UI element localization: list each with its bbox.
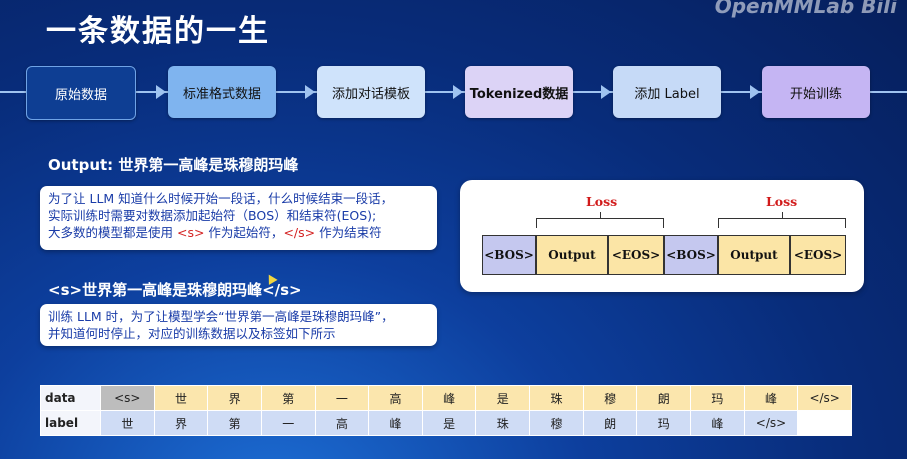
label-cell: 第	[207, 410, 262, 436]
training-note: 训练 LLM 时，为了让模型学会“世界第一高峰是珠穆朗玛峰”， 并知道何时停止，…	[40, 304, 437, 346]
note1-text-a: 大多数的模型都是使用	[48, 225, 177, 240]
label-cell: 是	[421, 410, 477, 436]
flow-arrow-icon	[601, 85, 611, 99]
data-cell: 一	[314, 385, 370, 411]
flow-step-4: Tokenized数据	[465, 66, 573, 118]
output-heading: Output: 世界第一高峰是珠穆朗玛峰	[48, 156, 299, 174]
label-cell: 玛	[636, 410, 692, 436]
data-cell: <s>	[100, 385, 155, 411]
flow-arrow-icon	[453, 85, 463, 99]
data-cell: 高	[368, 385, 423, 411]
label-cell: 高	[314, 410, 370, 436]
loss-label-2: Loss	[766, 194, 798, 209]
flow-step-6: 开始训练	[762, 66, 870, 118]
row-header-label: label	[40, 410, 101, 436]
token-eos-2: <EOS>	[790, 235, 846, 275]
token-output-1: Output	[536, 235, 608, 275]
label-cell: 峰	[368, 410, 423, 436]
note2-line2: 并知道何时停止，对应的训练数据以及标签如下所示	[48, 326, 336, 341]
label-cell: 一	[260, 410, 316, 436]
token-eos-1: <EOS>	[608, 235, 664, 275]
flow-step-1: 原始数据	[26, 66, 136, 120]
note1-line2: 实际训练时需要对数据添加起始符（BOS）和结束符(EOS);	[48, 208, 377, 223]
label-cell: 朗	[582, 410, 638, 436]
label-cell: 穆	[529, 410, 584, 436]
data-cell: 峰	[421, 385, 477, 411]
token-bos-2: <BOS>	[664, 235, 718, 275]
start-token-tag: <s>	[176, 225, 205, 240]
flow-step-3: 添加对话模板	[317, 66, 425, 118]
data-cell: 世	[153, 385, 209, 411]
brand-watermark: OpenMMLab Bili	[714, 0, 897, 18]
label-cell: 界	[153, 410, 209, 436]
note1-text-c: 作为结束符	[315, 225, 382, 240]
slide-title: 一条数据的一生	[46, 14, 270, 49]
data-cell: 朗	[636, 385, 692, 411]
data-cell: 是	[475, 385, 531, 411]
data-cell: </s>	[797, 385, 852, 411]
label-cell: 珠	[475, 410, 531, 436]
token-output-2: Output	[718, 235, 790, 275]
flow-arrow-icon	[750, 85, 760, 99]
data-label-table: data <s> 世界第一高峰是珠穆朗玛峰 </s> label 世界第一高峰是珠穆…	[40, 385, 852, 436]
loss-brace-1	[536, 212, 664, 228]
flow-step-5: 添加 Label	[613, 66, 721, 118]
token-bos-1: <BOS>	[482, 235, 536, 275]
flow-step-2: 标准格式数据	[168, 66, 276, 118]
note2-line1: 训练 LLM 时，为了让模型学会“世界第一高峰是珠穆朗玛峰”，	[48, 309, 394, 324]
row-header-data: data	[40, 385, 101, 411]
label-cell: </s>	[743, 410, 799, 436]
label-cell	[797, 410, 852, 436]
data-cell: 珠	[529, 385, 584, 411]
note1-line3: 大多数的模型都是使用 <s> 作为起始符，</s> 作为结束符	[48, 224, 429, 241]
data-cell: 第	[260, 385, 316, 411]
loss-brace-2	[718, 212, 846, 228]
label-cell: 峰	[690, 410, 745, 436]
bos-eos-note: 为了让 LLM 知道什么时候开始一段话，什么时候结束一段话， 实际训练时需要对数…	[40, 186, 437, 250]
note1-line1: 为了让 LLM 知道什么时候开始一段话，什么时候结束一段话，	[48, 191, 394, 206]
flow-arrow-icon	[156, 85, 166, 99]
loss-diagram: Loss Loss <BOS> Output <EOS> <BOS> Outpu…	[460, 180, 864, 292]
data-cell: 玛	[690, 385, 745, 411]
end-token-tag: </s>	[283, 225, 316, 240]
label-cell: 世	[100, 410, 155, 436]
data-cell: 穆	[582, 385, 638, 411]
flow-arrow-icon	[305, 85, 315, 99]
data-cell: 峰	[743, 385, 799, 411]
table-row-label: label 世界第一高峰是珠穆朗玛峰 </s>	[40, 410, 852, 436]
table-row-data: data <s> 世界第一高峰是珠穆朗玛峰 </s>	[40, 385, 852, 411]
note1-text-b: 作为起始符，	[204, 225, 284, 240]
data-cell: 界	[207, 385, 262, 411]
loss-label-1: Loss	[586, 194, 618, 209]
sequence-heading: <s>世界第一高峰是珠穆朗玛峰</s>	[48, 281, 302, 299]
